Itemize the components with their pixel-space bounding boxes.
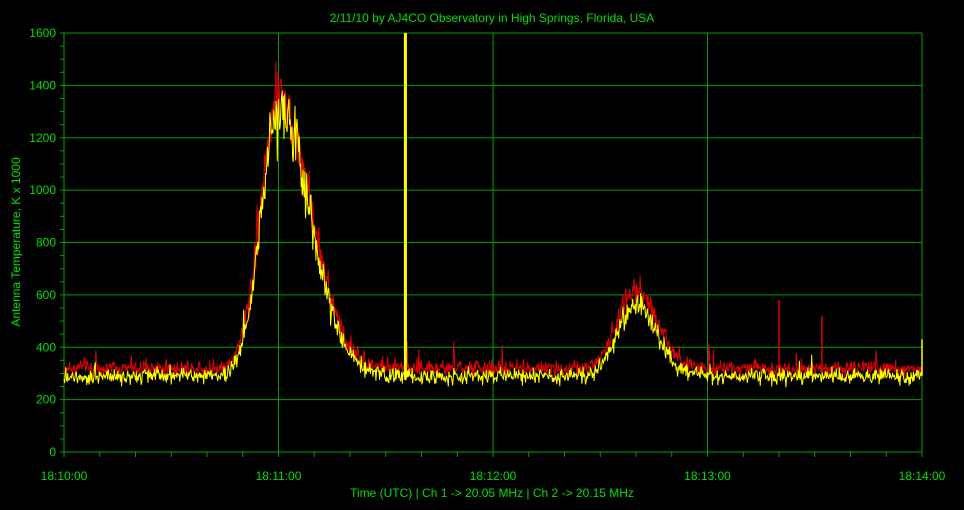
plot-background — [0, 0, 964, 510]
y-axis-label: Antenna Temperature, K x 1000 — [9, 157, 23, 327]
y-tick-label: 400 — [36, 340, 56, 354]
x-tick-label: 18:11:00 — [256, 469, 302, 483]
y-tick-label: 1200 — [29, 131, 56, 145]
y-tick-label: 600 — [36, 288, 56, 302]
x-tick-label: 18:10:00 — [41, 469, 88, 483]
x-tick-label: 18:12:00 — [470, 469, 517, 483]
chart-title: 2/11/10 by AJ4CO Observatory in High Spr… — [330, 11, 655, 25]
y-tick-label: 0 — [49, 445, 56, 459]
y-tick-label: 1600 — [29, 26, 56, 40]
x-tick-label: 18:14:00 — [899, 469, 946, 483]
y-tick-label: 200 — [36, 393, 56, 407]
y-tick-label: 1000 — [29, 183, 56, 197]
x-tick-label: 18:13:00 — [684, 469, 731, 483]
y-tick-label: 1400 — [29, 78, 56, 92]
x-axis-label: Time (UTC) | Ch 1 -> 20.05 MHz | Ch 2 ->… — [350, 486, 634, 500]
y-tick-label: 800 — [36, 236, 56, 250]
radio-telescope-chart: 0 200 400 600 800 1000 1200 1400 1600 18:10:00 18… — [0, 0, 964, 510]
